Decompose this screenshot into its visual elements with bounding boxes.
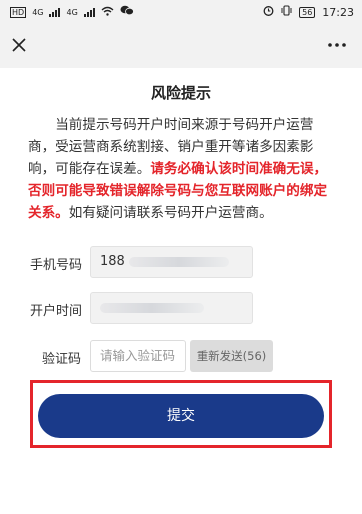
nav-bar [0, 24, 362, 68]
status-right: 56 17:23 [263, 5, 354, 19]
open-time-label: 开户时间 [30, 304, 83, 319]
open-time-field [90, 292, 253, 324]
network-1-label: 4G [32, 7, 44, 17]
code-label: 验证码 [42, 352, 82, 367]
phone-row: 手机号码 188 [0, 246, 362, 278]
code-row: 验证码 请输入验证码 重新发送(56) [0, 340, 362, 372]
notice-text-2: 如有疑问请联系号码开户运营商。 [68, 205, 273, 221]
open-time-row: 开户时间 [0, 292, 362, 324]
chat-app-icon [120, 5, 134, 19]
risk-notice: 当前提示号码开户时间来源于号码开户运营商，受运营商系统割接、销户重开等诸多因素影… [28, 114, 338, 224]
close-icon[interactable] [8, 34, 30, 56]
signal-2-icon [83, 7, 95, 17]
phone-field: 188 [90, 246, 253, 278]
status-left: HD 4G 4G [10, 5, 134, 19]
resend-button: 重新发送(56) [190, 340, 273, 372]
phone-label: 手机号码 [30, 258, 83, 273]
phone-masked [128, 256, 229, 267]
dialog-title: 风险提示 [150, 84, 211, 102]
status-time: 17:23 [322, 5, 354, 19]
more-dots-icon[interactable] [324, 34, 350, 56]
submit-button[interactable]: 提交 [38, 394, 324, 438]
network-2-label: 4G [66, 7, 78, 17]
phone-value: 188 [100, 254, 125, 269]
status-bar: HD 4G 4G 56 17:23 [0, 0, 362, 24]
alarm-icon [263, 5, 274, 19]
wifi-icon [101, 6, 114, 19]
open-time-masked [100, 302, 204, 313]
code-input[interactable]: 请输入验证码 [90, 340, 186, 372]
vibrate-icon [281, 5, 292, 19]
battery-indicator: 56 [299, 6, 316, 18]
hd-indicator: HD [10, 6, 27, 18]
signal-1-icon [49, 7, 61, 17]
